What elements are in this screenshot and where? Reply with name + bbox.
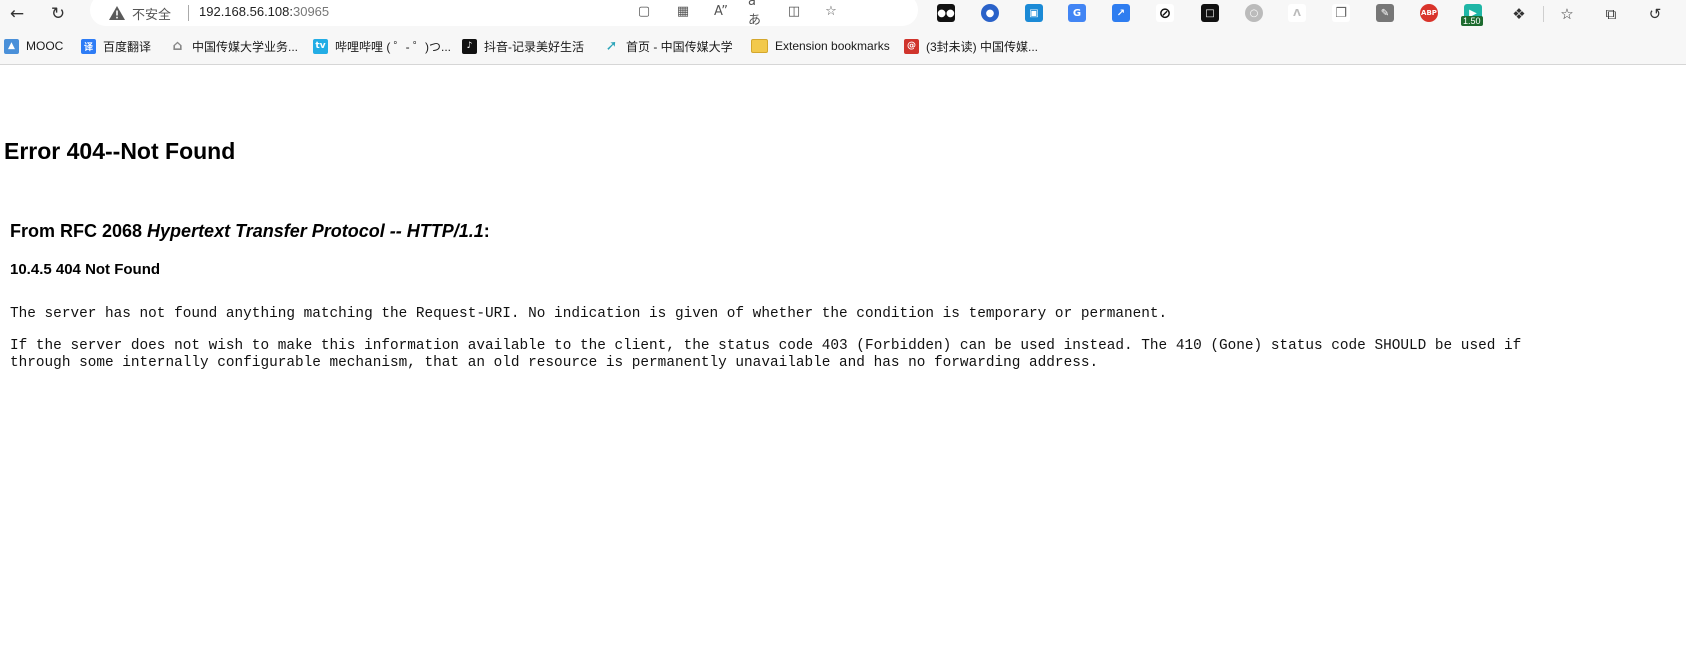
extension-circle-icon[interactable]: ○ [1245,4,1263,22]
favorite-star-icon[interactable]: ☆ [822,2,840,20]
paragraph-forbidden-line2: through some internally configurable mec… [10,355,1099,371]
extension-link-icon[interactable]: ↗ [1112,4,1130,22]
bookmark-label: 抖音-记录美好生活 [484,39,584,54]
extension-speed-badge: 1.50 [1461,16,1483,26]
bookmarks-bar: ▲ MOOC 译 百度翻译 ⌂ 中国传媒大学业务... tv 哔哩哔哩 ( ゜-… [0,27,1686,65]
extension-copy-icon[interactable]: ❐ [1332,4,1350,22]
folder-icon [751,39,768,53]
rfc-prefix: From RFC 2068 [10,221,148,241]
bookmark-cuc-home[interactable]: ➚ 首页 - 中国传媒大学 [604,37,733,55]
mail-icon: @ [904,38,919,54]
extension-block-icon[interactable]: ⊘ [1156,4,1174,22]
extensions-puzzle-icon[interactable]: ❖ [1508,3,1530,25]
bookmark-label: 百度翻译 [103,39,152,54]
bookmark-cuc-mail[interactable]: @ (3封未读) 中国传媒... [904,37,1038,55]
paragraph-forbidden-line1: If the server does not wish to make this… [10,338,1522,354]
bookmark-label: (3封未读) 中国传媒... [926,39,1039,54]
bilibili-icon: tv [313,38,328,54]
bookmark-label: 哔哩哔哩 ( ゜- ゜)つ... [335,39,451,54]
extension-google-translate-icon[interactable]: G [1068,4,1086,22]
favorites-icon[interactable]: ☆ [1556,3,1578,25]
collections-icon[interactable]: ⧉ [1600,3,1622,25]
toolbar-divider [1543,6,1544,22]
history-icon[interactable]: ↺ [1644,3,1666,25]
douyin-icon: ♪ [462,38,477,54]
back-arrow-icon[interactable]: ← [5,2,29,26]
rfc-heading: From RFC 2068 Hypertext Transfer Protoco… [10,221,490,242]
warning-icon[interactable] [108,5,126,21]
rfc-title: Hypertext Transfer Protocol -- HTTP/1.1 [147,221,484,241]
page-title: Error 404--Not Found [4,138,236,164]
mooc-icon: ▲ [4,38,19,54]
extension-tampermonkey-icon[interactable]: ●● [937,4,955,22]
extension-firefox-icon[interactable]: ● [981,4,999,22]
security-label[interactable]: 不安全 [132,4,171,23]
extension-square-icon[interactable]: □ [1201,4,1219,22]
bookmark-douyin[interactable]: ♪ 抖音-记录美好生活 [462,37,584,55]
bookmark-bilibili[interactable]: tv 哔哩哔哩 ( ゜- ゜)つ... [313,37,451,55]
app-available-icon[interactable]: ▢ [635,2,653,20]
url-host: 192.168.56.108: [199,4,293,19]
bookmark-label: 首页 - 中国传媒大学 [626,39,733,54]
address-divider [188,5,189,21]
bookmark-cuc-business[interactable]: ⌂ 中国传媒大学业务... [170,37,298,55]
address-bar[interactable]: 不安全 192.168.56.108:30965 ▢ ▦ A” aあ ◫ ☆ [90,0,918,28]
home-icon: ⌂ [172,38,183,54]
bookmark-label: 中国传媒大学业务... [192,39,299,54]
read-aloud-icon[interactable]: A” [712,2,730,20]
url-port: 30965 [292,4,330,19]
extension-mountain-icon[interactable]: Λ [1288,4,1306,22]
refresh-icon[interactable]: ↻ [46,2,70,26]
bookmark-mooc[interactable]: ▲ MOOC [4,37,63,55]
translate-icon[interactable]: aあ [748,0,766,28]
cuc-icon: ➚ [605,38,618,54]
extension-edit-icon[interactable]: ✎ [1376,4,1394,22]
section-heading: 10.4.5 404 Not Found [10,261,161,278]
paragraph-not-found: The server has not found anything matchi… [10,306,1168,322]
browser-toolbar: ← ↻ 不安全 192.168.56.108:30965 ▢ ▦ A” aあ ◫… [0,0,1686,28]
bookmark-label: Extension bookmarks [775,39,890,53]
extension-adblock-icon[interactable]: ABP [1420,4,1438,22]
baidu-translate-icon: 译 [81,38,96,54]
split-screen-icon[interactable]: ◫ [785,2,803,20]
bookmark-baidu-translate[interactable]: 译 百度翻译 [81,37,151,55]
extension-reader-icon[interactable]: ▣ [1025,4,1043,22]
url-text[interactable]: 192.168.56.108:30965 [199,4,329,19]
bookmark-extension-folder[interactable]: Extension bookmarks [751,37,890,55]
bookmark-label: MOOC [26,39,64,53]
rfc-suffix: : [483,221,490,241]
qr-code-icon[interactable]: ▦ [674,2,692,20]
